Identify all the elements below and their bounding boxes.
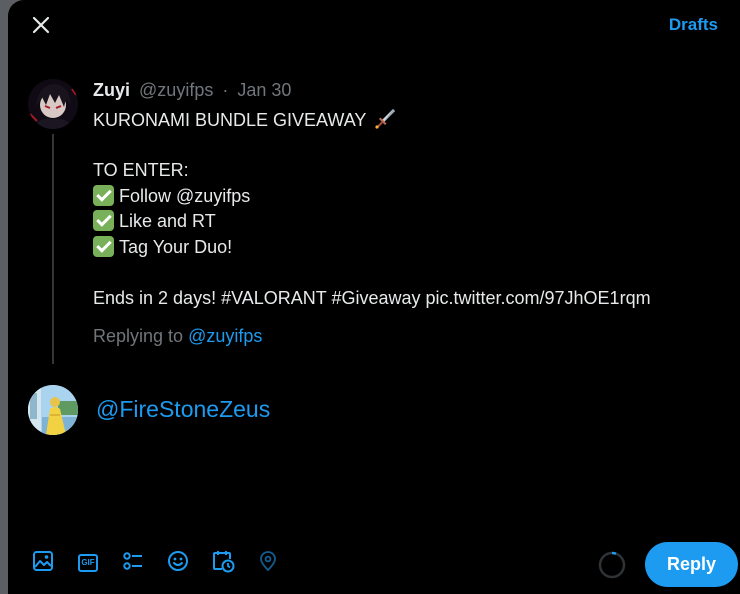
emoji-icon	[167, 550, 189, 577]
location-button[interactable]	[255, 550, 281, 576]
check-mark-icon	[93, 210, 114, 231]
replying-to: Replying to @zuyifps	[93, 326, 262, 347]
close-icon	[31, 15, 51, 40]
close-button[interactable]	[24, 10, 58, 44]
reply-dialog: Drafts Zuyi @zuyifps · Jan 30 KURONAMI B…	[8, 0, 740, 594]
gif-icon: GIF	[78, 554, 98, 572]
step-item: Follow @zuyifps	[93, 184, 723, 210]
tweet-header: Zuyi @zuyifps · Jan 30	[93, 80, 291, 101]
check-mark-icon	[93, 235, 114, 257]
character-count-progress	[597, 550, 627, 580]
author-avatar[interactable]	[28, 79, 78, 129]
schedule-icon	[211, 549, 235, 578]
author-name[interactable]: Zuyi	[93, 80, 130, 100]
media-button[interactable]	[30, 550, 56, 576]
title-line: KURONAMI BUNDLE GIVEAWAY	[93, 107, 723, 133]
step-text: Tag Your Duo!	[119, 236, 233, 257]
author-handle[interactable]: @zuyifps	[139, 80, 213, 100]
schedule-button[interactable]	[210, 550, 236, 576]
title-text: KURONAMI BUNDLE GIVEAWAY	[93, 110, 367, 130]
emoji-button[interactable]	[165, 550, 191, 576]
step-item: Like and RT	[93, 209, 723, 235]
reply-input[interactable]: @FireStoneZeus	[96, 396, 270, 423]
composer-toolbar: GIF	[30, 550, 300, 576]
tweet-date[interactable]: Jan 30	[237, 80, 291, 100]
gif-button[interactable]: GIF	[75, 550, 101, 576]
to-enter-line: TO ENTER:	[93, 160, 189, 180]
replying-handle[interactable]: @zuyifps	[188, 326, 262, 346]
reply-button[interactable]: Reply	[645, 542, 738, 587]
step-item: Tag Your Duo!	[93, 235, 723, 261]
tweet-text: KURONAMI BUNDLE GIVEAWAY TO ENTER: Follo…	[93, 107, 723, 311]
dagger-emoji-icon	[374, 107, 396, 137]
check-mark-icon	[93, 184, 114, 206]
drafts-button[interactable]: Drafts	[669, 15, 718, 35]
replying-prefix: Replying to	[93, 326, 184, 346]
step-text: Follow @zuyifps	[119, 185, 251, 206]
poll-button[interactable]	[120, 550, 146, 576]
ends-line[interactable]: Ends in 2 days! #VALORANT #Giveaway pic.…	[93, 286, 723, 312]
step-text: Like and RT	[119, 211, 216, 231]
user-avatar[interactable]	[28, 385, 78, 435]
media-icon	[32, 550, 54, 577]
meta-separator: ·	[222, 80, 229, 100]
poll-icon	[122, 550, 144, 577]
thread-connector	[52, 134, 54, 364]
location-icon	[257, 550, 279, 577]
